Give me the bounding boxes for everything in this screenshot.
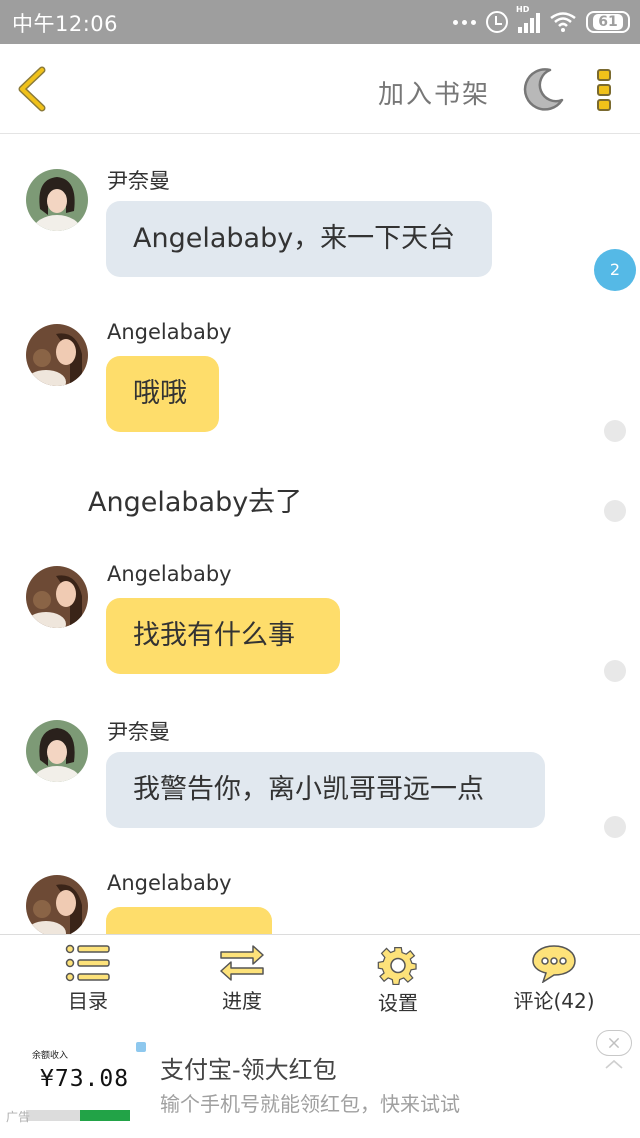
toolbar-comments[interactable]: 评论(42) xyxy=(494,943,614,1025)
hd-badge: HD xyxy=(516,5,530,14)
add-to-shelf-button[interactable]: 加入书架 xyxy=(378,74,490,111)
toolbar-settings[interactable]: 设置 xyxy=(338,943,458,1025)
toolbar-progress[interactable]: 进度 xyxy=(182,943,302,1025)
paragraph-comment-dot[interactable] xyxy=(604,500,626,522)
notification-dots-icon xyxy=(453,19,476,25)
toolbar-label: 评论(42) xyxy=(513,989,595,1013)
ad-description: 输个手机号就能领红包，快来试试 xyxy=(160,1092,460,1116)
back-button[interactable] xyxy=(14,66,54,112)
more-options-button[interactable] xyxy=(594,68,614,112)
status-time: 中午12:06 xyxy=(12,12,119,36)
toolbar-catalog[interactable]: 目录 xyxy=(28,943,148,1025)
status-icons: HD 61 xyxy=(453,5,630,36)
ad-close-button[interactable] xyxy=(596,1030,632,1056)
message-bubble: 找我有什么事 xyxy=(106,598,340,674)
chat-story-area[interactable]: 尹奈曼 Angelababy，来一下天台 2 Angelababy 哦哦 Ang… xyxy=(0,135,640,935)
wifi-icon xyxy=(550,12,576,32)
swap-arrows-icon xyxy=(220,945,264,981)
gear-icon xyxy=(377,946,417,985)
message-bubble: 我警告你，离小凯哥哥远一点 xyxy=(106,752,545,828)
avatar-angelababy xyxy=(26,875,88,935)
ad-banner[interactable]: 余额收入 ¥73.08 广告 支付宝-领大红包 输个手机号就能领红包，快来试试 xyxy=(0,1028,640,1138)
sender-name: 尹奈曼 xyxy=(107,169,170,193)
ad-thumbnail: 余额收入 ¥73.08 xyxy=(24,1042,150,1138)
alarm-icon xyxy=(486,11,508,33)
paragraph-comment-dot[interactable] xyxy=(604,660,626,682)
paragraph-comment-dot[interactable] xyxy=(604,420,626,442)
ad-thumbnail-amount: ¥73.08 xyxy=(40,1066,130,1092)
sender-name: Angelababy xyxy=(107,871,232,895)
cell-signal-icon: HD xyxy=(516,5,540,33)
ad-thumbnail-bar xyxy=(26,1110,130,1121)
reader-header: 加入书架 xyxy=(0,44,640,134)
ad-thumbnail-chip xyxy=(136,1042,146,1052)
paragraph-comment-badge[interactable]: 2 xyxy=(594,249,636,291)
battery-level: 61 xyxy=(593,14,623,30)
chevron-up-icon[interactable] xyxy=(604,1058,624,1070)
status-bar: 中午12:06 HD 61 xyxy=(0,0,640,44)
close-icon xyxy=(608,1037,620,1049)
reader-toolbar: 目录 进度 设置 评论(42) xyxy=(0,934,640,1028)
ad-label: 广告 xyxy=(6,1110,31,1124)
narration-text: Angelababy去了 xyxy=(88,487,303,518)
ad-title[interactable]: 支付宝-领大红包 xyxy=(160,1050,337,1085)
moon-icon xyxy=(523,68,564,111)
message-bubble: Angelababy，来一下天台 xyxy=(106,201,492,277)
message-bubble xyxy=(106,907,272,935)
battery-icon: 61 xyxy=(586,11,630,33)
avatar-angelababy xyxy=(26,324,88,386)
avatar-angelababy xyxy=(26,566,88,628)
sender-name: 尹奈曼 xyxy=(107,720,170,744)
toolbar-label: 进度 xyxy=(222,989,262,1013)
ad-thumbnail-caption: 余额收入 xyxy=(32,1051,69,1061)
comment-bubble-icon xyxy=(532,945,576,983)
night-mode-button[interactable] xyxy=(520,66,566,112)
list-icon xyxy=(65,944,110,982)
vertical-dots-icon xyxy=(597,69,611,111)
avatar-yin-naiman xyxy=(26,720,88,782)
sender-name: Angelababy xyxy=(107,562,232,586)
chevron-left-icon xyxy=(18,66,46,112)
avatar-yin-naiman xyxy=(26,169,88,231)
toolbar-label: 目录 xyxy=(68,989,108,1013)
message-bubble: 哦哦 xyxy=(106,356,219,432)
paragraph-comment-dot[interactable] xyxy=(604,816,626,838)
sender-name: Angelababy xyxy=(107,320,232,344)
toolbar-label: 设置 xyxy=(378,991,418,1015)
